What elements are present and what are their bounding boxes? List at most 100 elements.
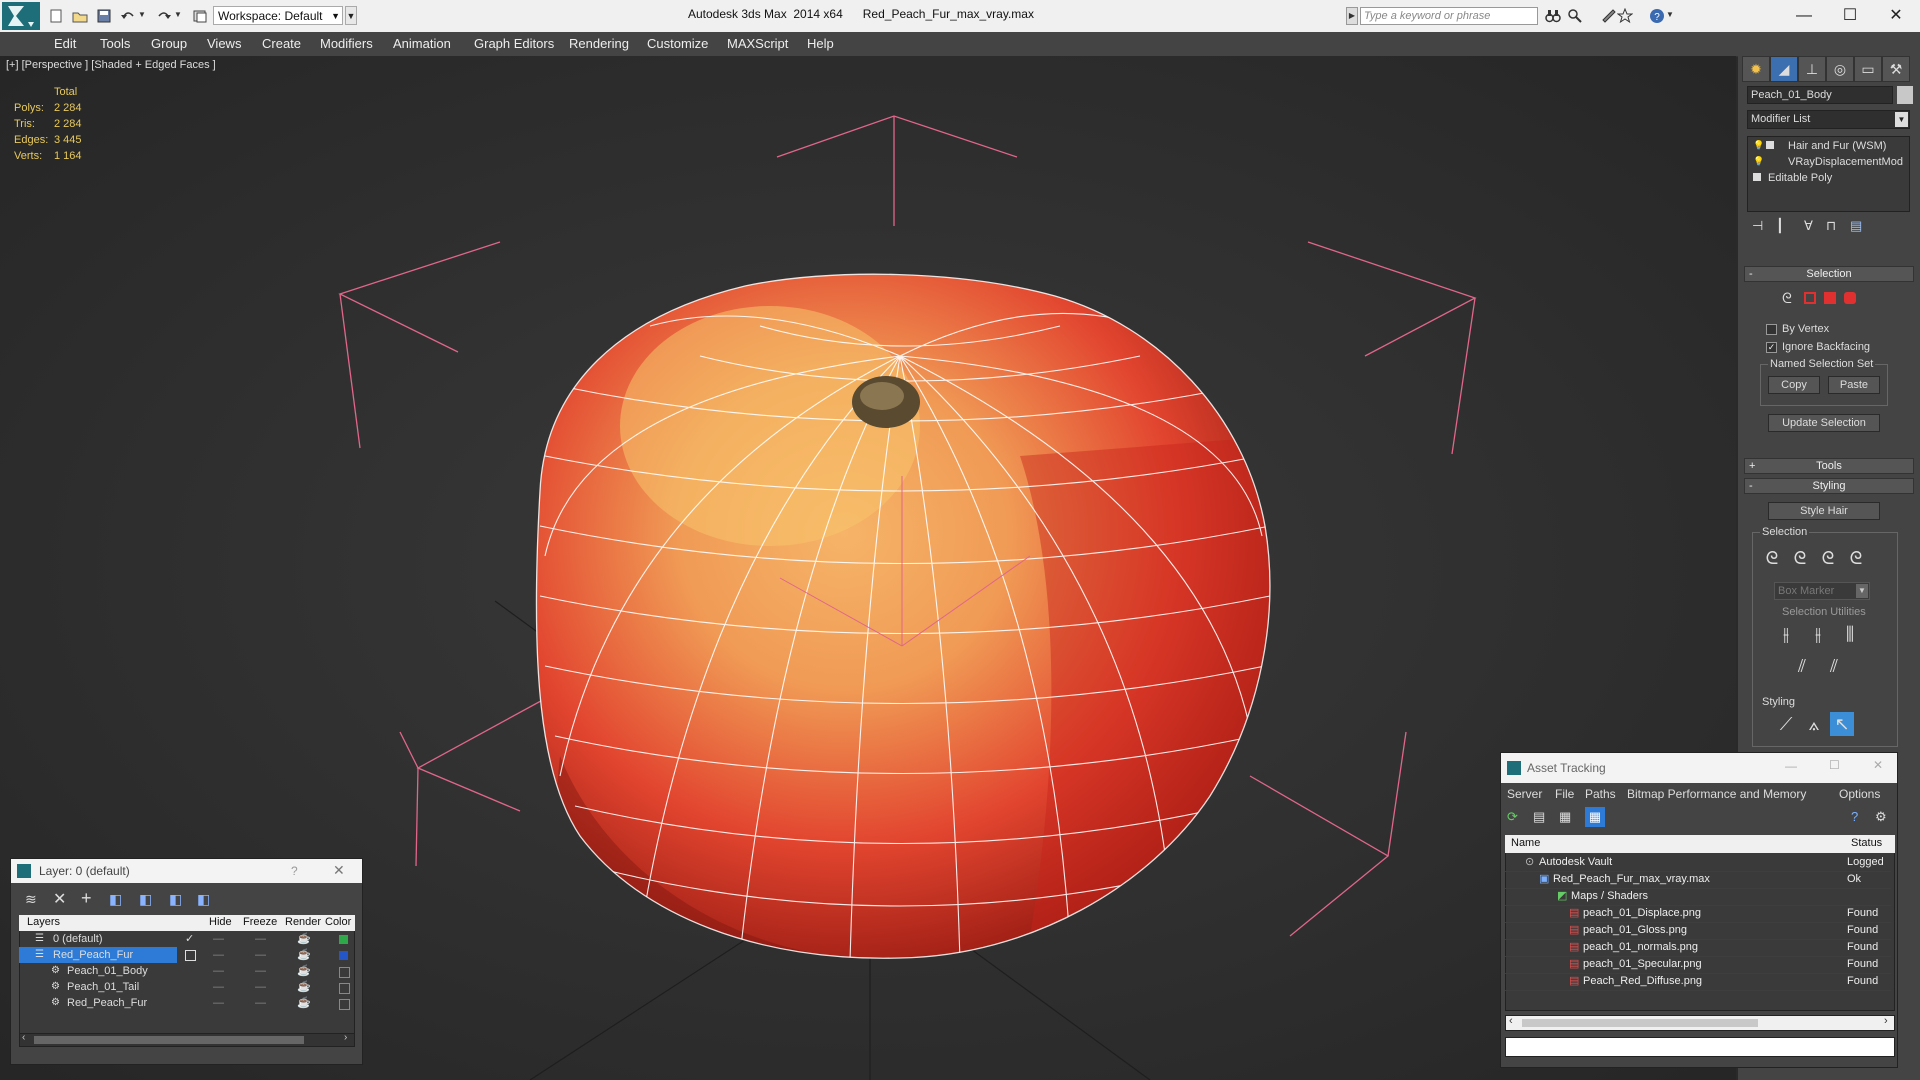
open-file-icon[interactable] <box>72 8 88 24</box>
render-teapot-icon[interactable]: ☕ <box>297 995 311 1011</box>
scroll-left-icon[interactable]: ‹ <box>22 1032 25 1043</box>
render-teapot-icon[interactable]: ☕ <box>297 979 311 995</box>
hide-selected-icon[interactable]: ⫽ <box>1790 654 1814 678</box>
scrollbar-thumb[interactable] <box>1522 1019 1758 1027</box>
hide-toggle[interactable]: — <box>213 979 224 995</box>
stack-item[interactable]: Hair and Fur (WSM) <box>1788 140 1886 152</box>
polygon-select-icon[interactable] <box>1824 292 1836 304</box>
scroll-right-icon[interactable]: › <box>344 1032 347 1043</box>
render-teapot-icon[interactable]: ☕ <box>297 947 311 963</box>
new-file-icon[interactable] <box>48 8 64 24</box>
hide-all-layers-icon[interactable]: ◧ <box>197 891 210 908</box>
scroll-right-icon[interactable]: › <box>1884 1015 1888 1027</box>
menu-help[interactable]: Help <box>807 36 834 51</box>
communication-center-icon[interactable] <box>1601 8 1617 24</box>
delete-layer-icon[interactable]: ✕ <box>53 889 66 909</box>
help-icon[interactable]: ? <box>1851 809 1858 824</box>
asset-row[interactable]: ▣ Red_Peach_Fur_max_vray.max Ok <box>1505 871 1891 889</box>
undo-icon[interactable] <box>120 8 136 24</box>
scroll-left-icon[interactable]: ‹ <box>1509 1015 1513 1027</box>
menu-file[interactable]: File <box>1555 787 1574 801</box>
close-button[interactable]: ✕ <box>1876 4 1916 28</box>
refresh-icon[interactable]: ⟳ <box>1507 809 1518 825</box>
workspace-select[interactable]: Workspace: Default ▼ <box>213 6 343 25</box>
layer-row[interactable]: ⚙ Red_Peach_Fur — — ☕ <box>19 995 350 1011</box>
list-view-icon[interactable]: ▤ <box>1533 809 1545 825</box>
select-objects-icon[interactable]: ◧ <box>109 891 122 908</box>
project-folder-icon[interactable] <box>192 8 208 24</box>
expand-icon[interactable] <box>1766 141 1774 149</box>
horizontal-scrollbar[interactable]: ‹ › <box>19 1032 355 1047</box>
remove-modifier-icon[interactable]: ⊓ <box>1826 218 1836 234</box>
hide-toggle[interactable]: — <box>213 931 224 947</box>
menu-views[interactable]: Views <box>207 36 241 51</box>
select-whole-guide-icon[interactable]: ᘓ <box>1788 546 1812 570</box>
chevron-down-icon[interactable]: ▼ <box>1895 112 1908 127</box>
utilities-tab-icon[interactable]: ⚒ <box>1882 56 1910 82</box>
asset-path-field[interactable] <box>1505 1037 1895 1057</box>
style-hair-button[interactable]: Style Hair <box>1768 502 1880 520</box>
lightbulb-icon[interactable]: 💡 <box>1753 156 1764 167</box>
make-unique-icon[interactable]: ∀ <box>1804 218 1813 234</box>
render-teapot-icon[interactable]: ☕ <box>297 963 311 979</box>
column-header[interactable]: Color <box>325 916 351 928</box>
modify-tab-icon[interactable]: ◢ <box>1770 56 1798 82</box>
menu-animation[interactable]: Animation <box>393 36 451 51</box>
select-hair-by-ends-icon[interactable]: ᘓ <box>1760 546 1784 570</box>
tools-rollout-header[interactable]: + Tools <box>1744 458 1914 474</box>
layer-color-swatch[interactable] <box>339 983 350 994</box>
minimize-button[interactable]: — <box>1784 4 1824 28</box>
asset-dialog-titlebar[interactable]: Asset Tracking — ☐ ✕ <box>1501 753 1897 783</box>
undo-dropdown-icon[interactable]: ▼ <box>138 10 146 19</box>
freeze-toggle[interactable]: — <box>255 979 266 995</box>
motion-tab-icon[interactable]: ◎ <box>1826 56 1854 82</box>
layer-dialog-titlebar[interactable]: Layer: 0 (default) ? ✕ <box>11 859 362 883</box>
layer-manager-icon[interactable]: ≋ <box>25 891 37 908</box>
search-input[interactable]: Type a keyword or phrase <box>1360 7 1538 25</box>
layer-color-swatch[interactable] <box>339 967 350 978</box>
lightbulb-icon[interactable]: 💡 <box>1753 140 1764 151</box>
render-teapot-icon[interactable]: ☕ <box>297 931 311 947</box>
rotate-selection-icon[interactable]: ⫲ <box>1806 622 1830 646</box>
face-select-icon[interactable] <box>1804 292 1816 304</box>
by-vertex-checkbox[interactable] <box>1766 324 1777 335</box>
select-tool-icon[interactable]: ↖ <box>1830 712 1854 736</box>
asset-row[interactable]: ◩ Maps / Shaders <box>1505 888 1891 906</box>
paste-button[interactable]: Paste <box>1828 376 1880 394</box>
maximize-button[interactable]: ☐ <box>1830 4 1870 28</box>
help-dropdown-icon[interactable]: ▼ <box>1666 10 1674 19</box>
redo-icon[interactable] <box>156 8 172 24</box>
viewport-label[interactable]: [+] [Perspective ] [Shaded + Edged Faces… <box>6 59 216 71</box>
chevron-down-icon[interactable]: ▼ <box>1856 584 1868 598</box>
invert-selection-icon[interactable]: ⫲ <box>1774 622 1798 646</box>
freeze-toggle[interactable]: — <box>255 931 266 947</box>
app-logo-icon[interactable] <box>2 2 40 30</box>
layer-row[interactable]: ☰ Red_Peach_Fur — — ☕ <box>19 947 349 963</box>
asset-row[interactable]: ⊙ Autodesk Vault Logged <box>1505 854 1891 872</box>
hide-toggle[interactable]: — <box>213 947 224 963</box>
stack-item[interactable]: VRayDisplacementMod <box>1788 156 1903 168</box>
select-by-root-icon[interactable]: ᘓ <box>1844 546 1868 570</box>
column-header[interactable]: Layers <box>27 916 60 928</box>
redo-dropdown-icon[interactable]: ▼ <box>174 10 182 19</box>
menu-rendering[interactable]: Rendering <box>569 36 629 51</box>
favorites-star-icon[interactable] <box>1616 7 1634 24</box>
show-end-result-icon[interactable]: ┃ <box>1776 218 1784 234</box>
close-button[interactable]: ✕ <box>1873 758 1883 772</box>
styling-rollout-header[interactable]: - Styling <box>1744 478 1914 494</box>
table-view-icon[interactable]: ▦ <box>1585 807 1605 827</box>
hide-toggle[interactable]: — <box>213 963 224 979</box>
save-icon[interactable] <box>96 8 112 24</box>
menu-group[interactable]: Group <box>151 36 187 51</box>
configure-sets-icon[interactable]: ▤ <box>1850 218 1862 234</box>
column-header[interactable]: Name <box>1511 837 1540 849</box>
pin-stack-icon[interactable]: ⊣ <box>1752 218 1763 234</box>
select-layer-icon[interactable]: ◧ <box>139 891 152 908</box>
horizontal-scrollbar[interactable]: ‹ › <box>1505 1015 1895 1031</box>
column-header[interactable]: Render <box>285 916 321 928</box>
show-hidden-icon[interactable]: ⫽ <box>1822 654 1846 678</box>
asset-row[interactable]: ▤ peach_01_normals.png Found <box>1505 939 1891 957</box>
selection-rollout-header[interactable]: - Selection <box>1744 266 1914 282</box>
maximize-button[interactable]: ☐ <box>1829 758 1840 772</box>
hierarchy-tab-icon[interactable]: ⊥ <box>1798 56 1826 82</box>
